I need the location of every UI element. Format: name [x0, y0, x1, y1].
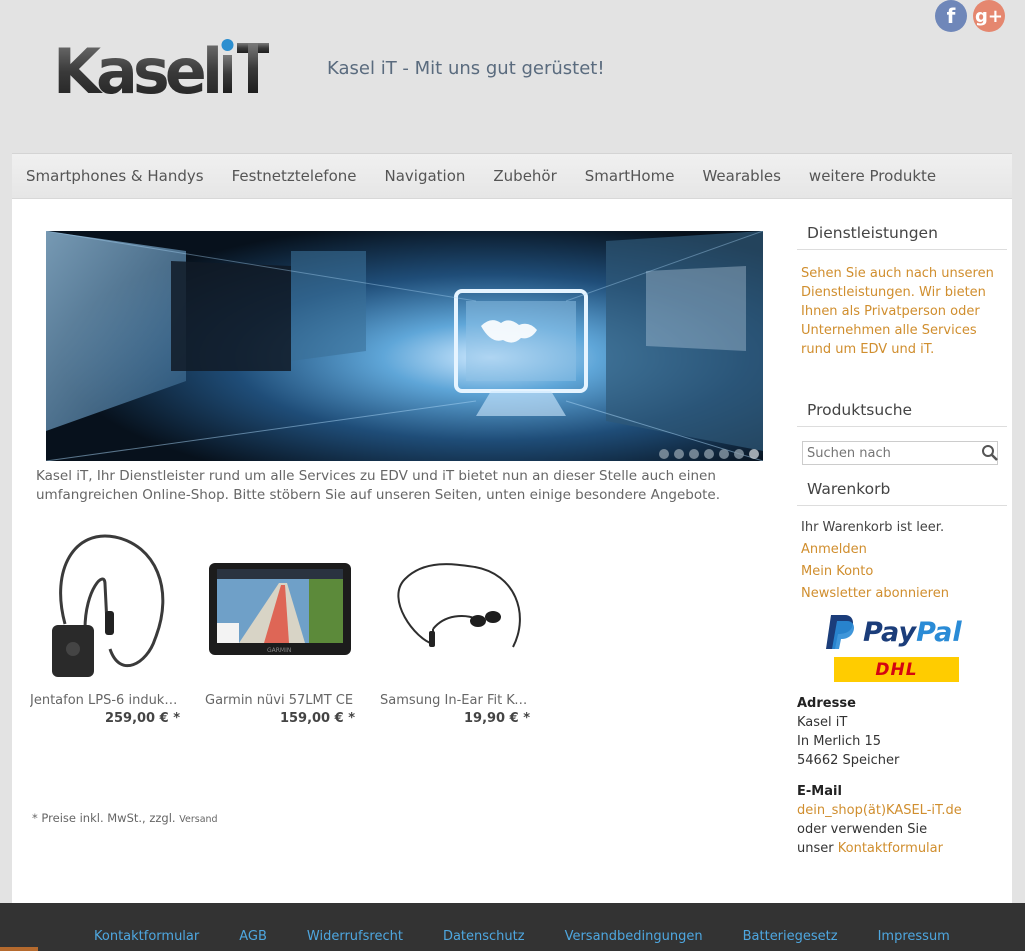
search-title: Produktsuche	[797, 401, 1007, 427]
footer-link-kontaktformular[interactable]: Kontaktformular	[94, 929, 199, 944]
search-icon[interactable]	[981, 442, 999, 464]
price-footnote-text: * Preise inkl. MwSt., zzgl.	[32, 811, 176, 825]
nav-item-weitere-produkte[interactable]: weitere Produkte	[795, 167, 950, 185]
site-logo[interactable]: Kasel	[53, 35, 271, 108]
contact-line: unser Kontaktformular	[797, 839, 1007, 858]
facebook-icon[interactable]: f	[935, 0, 967, 32]
slider-dot[interactable]	[659, 449, 669, 459]
footer-links: Kontaktformular AGB Widerrufsrecht Daten…	[94, 929, 990, 944]
address-line: 54662 Speicher	[797, 753, 900, 768]
services-text[interactable]: Sehen Sie auch nach unseren Dienstleistu…	[797, 264, 1007, 359]
product-card[interactable]: Jentafon LPS-6 indukti... 259,00 € *	[30, 529, 180, 726]
email-link[interactable]: dein_shop(ät)KASEL-iT.de	[797, 801, 1007, 820]
paypal-icon	[826, 615, 855, 649]
address-block: Adresse Kasel iT In Merlich 15 54662 Spe…	[797, 694, 1007, 858]
nav-item-festnetztelefone[interactable]: Festnetztelefone	[218, 167, 371, 185]
footer: Kontaktformular AGB Widerrufsrecht Daten…	[0, 903, 1025, 951]
footer-accent-bar	[0, 947, 38, 951]
dhl-text: DHL	[875, 659, 918, 680]
footer-link-batteriegesetz[interactable]: Batteriegesetz	[743, 929, 838, 944]
site-tagline: Kasel iT - Mit uns gut gerüstet!	[327, 58, 605, 79]
price-footnote: * Preise inkl. MwSt., zzgl. Versand	[32, 811, 218, 825]
slider-dot-active[interactable]	[749, 449, 759, 459]
address-line: In Merlich 15	[797, 734, 882, 749]
paypal-logo: PayPal	[823, 613, 1007, 651]
footer-link-impressum[interactable]: Impressum	[878, 929, 950, 944]
sidebar: Dienstleistungen Sehen Sie auch nach uns…	[797, 199, 1007, 858]
slider-dot[interactable]	[704, 449, 714, 459]
product-image-navigation-device[interactable]: GARMIN	[205, 529, 355, 689]
svg-text:Kasel: Kasel	[53, 37, 219, 97]
product-list: Jentafon LPS-6 indukti... 259,00 € * GAR…	[30, 529, 530, 726]
product-name[interactable]: Garmin nüvi 57LMT CE	[205, 693, 355, 708]
hero-slider[interactable]	[46, 231, 763, 461]
email-title: E-Mail	[797, 784, 842, 799]
googleplus-icon[interactable]: g+	[973, 0, 1005, 32]
our-text: unser	[797, 841, 834, 856]
cart-empty-text: Ihr Warenkorb ist leer.	[801, 520, 945, 535]
product-card[interactable]: Samsung In-Ear Fit Ko... 19,90 € *	[380, 529, 530, 726]
search-box	[802, 441, 998, 465]
search-input[interactable]	[803, 442, 981, 464]
footer-link-agb[interactable]: AGB	[239, 929, 267, 944]
nav-item-zubehoer[interactable]: Zubehör	[479, 167, 570, 185]
product-price: 159,00 € *	[279, 711, 355, 726]
services-title: Dienstleistungen	[797, 224, 1007, 250]
hero-image	[46, 231, 763, 461]
slider-dot[interactable]	[719, 449, 729, 459]
nav-item-wearables[interactable]: Wearables	[688, 167, 794, 185]
dhl-logo: DHL	[834, 657, 959, 682]
product-price: 259,00 € *	[104, 711, 180, 726]
login-link[interactable]: Anmelden	[797, 542, 1007, 557]
slider-dot[interactable]	[734, 449, 744, 459]
paypal-pal-text: Pal	[916, 616, 962, 648]
nav-item-smarthome[interactable]: SmartHome	[571, 167, 689, 185]
newsletter-link[interactable]: Newsletter abonnieren	[797, 586, 1007, 601]
slider-dots	[659, 449, 759, 459]
main-nav: Smartphones & Handys Festnetztelefone Na…	[12, 153, 1012, 199]
social-links: f g+	[935, 0, 1005, 32]
contact-form-link[interactable]: Kontaktformular	[838, 841, 943, 856]
address-line: Kasel iT	[797, 715, 848, 730]
footer-link-datenschutz[interactable]: Datenschutz	[443, 929, 525, 944]
nav-item-navigation[interactable]: Navigation	[370, 167, 479, 185]
product-name[interactable]: Samsung In-Ear Fit Ko...	[380, 693, 530, 708]
svg-text:GARMIN: GARMIN	[267, 647, 291, 654]
account-link[interactable]: Mein Konto	[797, 564, 1007, 579]
product-name[interactable]: Jentafon LPS-6 indukti...	[30, 693, 180, 708]
main-content: Kasel iT, Ihr Dienstleister rund um alle…	[12, 199, 1012, 903]
intro-text: Kasel iT, Ihr Dienstleister rund um alle…	[36, 468, 721, 503]
slider-dot[interactable]	[674, 449, 684, 459]
address-title: Adresse	[797, 696, 856, 711]
footer-link-widerrufsrecht[interactable]: Widerrufsrecht	[307, 929, 403, 944]
cart-title: Warenkorb	[797, 480, 1007, 506]
nav-item-smartphones[interactable]: Smartphones & Handys	[12, 167, 218, 185]
product-image-earphones[interactable]	[380, 529, 530, 689]
paypal-pay-text: Pay	[863, 616, 917, 648]
footer-link-versandbedingungen[interactable]: Versandbedingungen	[565, 929, 703, 944]
product-price: 19,90 € *	[463, 711, 530, 726]
slider-dot[interactable]	[689, 449, 699, 459]
shipping-link[interactable]: Versand	[179, 814, 217, 825]
product-image-cable-device[interactable]	[30, 529, 180, 689]
product-card[interactable]: GARMIN Garmin nüvi 57LMT CE 159,00 € *	[205, 529, 355, 726]
or-use-text: oder verwenden Sie	[797, 822, 928, 837]
